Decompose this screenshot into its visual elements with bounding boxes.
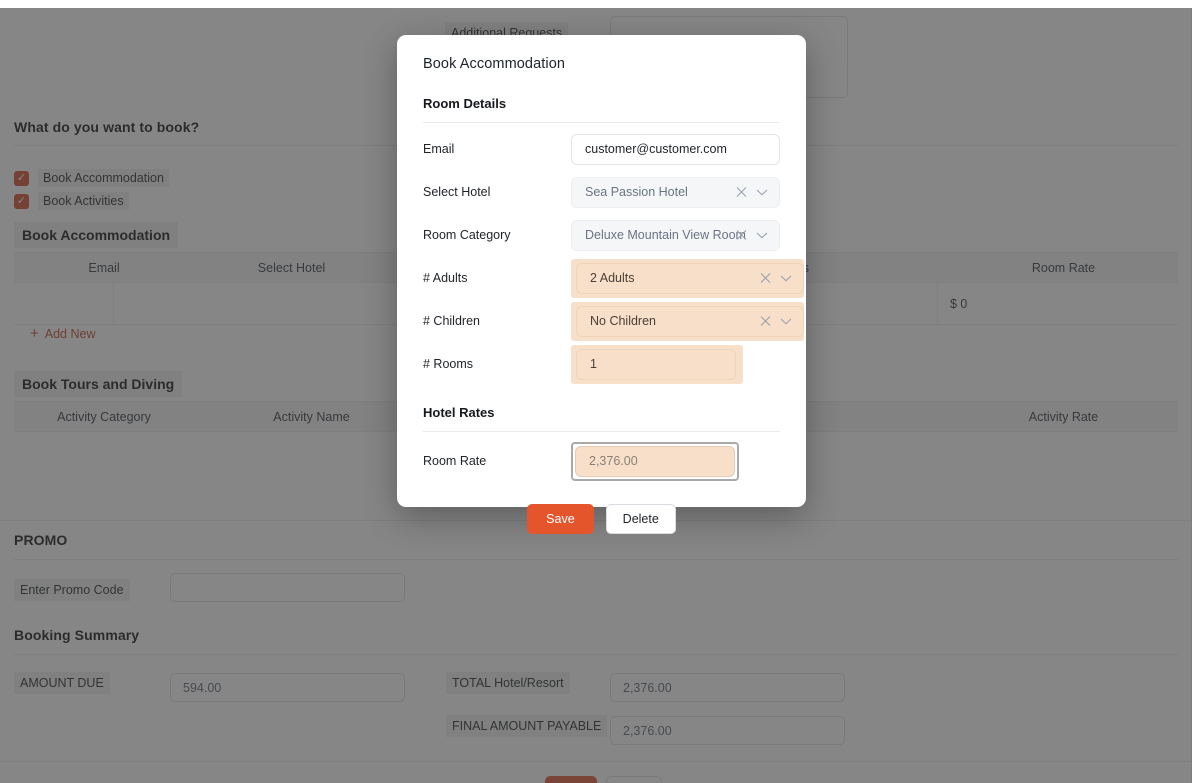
rooms-value: 1 (577, 357, 597, 371)
delete-button[interactable]: Delete (606, 504, 676, 534)
room-rate-value: 2,376.00 (576, 454, 638, 468)
select-hotel-dropdown[interactable]: Sea Passion Hotel (571, 177, 780, 208)
email-field-value: customer@customer.com (572, 142, 727, 156)
modal-actions: Save Delete (423, 504, 780, 534)
rooms-input[interactable]: 1 (576, 349, 736, 380)
field-row-children: # Children No Children (423, 304, 780, 338)
room-rate-focus-frame: 2,376.00 (571, 442, 739, 481)
room-category-value: Deluxe Mountain View Room (572, 228, 746, 242)
field-row-room-rate: Room Rate 2,376.00 (423, 444, 780, 478)
label-room-category: Room Category (423, 228, 571, 242)
label-select-hotel: Select Hotel (423, 185, 571, 199)
children-value: No Children (577, 314, 656, 328)
chevron-down-icon[interactable] (780, 274, 792, 282)
adults-icons (760, 273, 792, 284)
modal-title: Book Accommodation (423, 35, 780, 72)
book-accommodation-modal: Book Accommodation Room Details Email cu… (397, 35, 806, 507)
adults-dropdown[interactable]: 2 Adults (576, 263, 804, 294)
children-highlight-wrapper: No Children (571, 302, 804, 341)
select-hotel-value: Sea Passion Hotel (572, 185, 688, 199)
children-icons (760, 316, 792, 327)
field-row-rooms: # Rooms 1 (423, 347, 780, 381)
chevron-down-icon[interactable] (780, 317, 792, 325)
label-adults: # Adults (423, 271, 571, 285)
save-button[interactable]: Save (527, 504, 594, 534)
select-hotel-icons (736, 187, 768, 198)
close-icon[interactable] (736, 187, 747, 198)
close-icon[interactable] (760, 273, 771, 284)
label-rooms: # Rooms (423, 357, 571, 371)
label-children: # Children (423, 314, 571, 328)
field-row-select-hotel: Select Hotel Sea Passion Hotel (423, 175, 780, 209)
section-heading-room-details: Room Details (423, 96, 780, 111)
divider-hotel-rates (423, 431, 780, 432)
section-heading-hotel-rates: Hotel Rates (423, 405, 780, 420)
room-category-dropdown[interactable]: Deluxe Mountain View Room (571, 220, 780, 251)
adults-value: 2 Adults (577, 271, 634, 285)
adults-highlight-wrapper: 2 Adults (571, 259, 804, 298)
field-row-email: Email customer@customer.com (423, 132, 780, 166)
room-category-icons (736, 230, 768, 241)
divider-room-details (423, 122, 780, 123)
page-root: Additional Requests What do you want to … (0, 0, 1200, 783)
email-field[interactable]: customer@customer.com (571, 134, 780, 165)
close-icon[interactable] (760, 316, 771, 327)
chevron-down-icon[interactable] (756, 188, 768, 196)
room-rate-input[interactable]: 2,376.00 (575, 446, 735, 477)
label-email: Email (423, 142, 571, 156)
close-icon[interactable] (736, 230, 747, 241)
field-row-adults: # Adults 2 Adults (423, 261, 780, 295)
chevron-down-icon[interactable] (756, 231, 768, 239)
label-room-rate: Room Rate (423, 454, 571, 468)
rooms-highlight-wrapper: 1 (571, 345, 743, 384)
children-dropdown[interactable]: No Children (576, 306, 804, 337)
field-row-room-category: Room Category Deluxe Mountain View Room (423, 218, 780, 252)
